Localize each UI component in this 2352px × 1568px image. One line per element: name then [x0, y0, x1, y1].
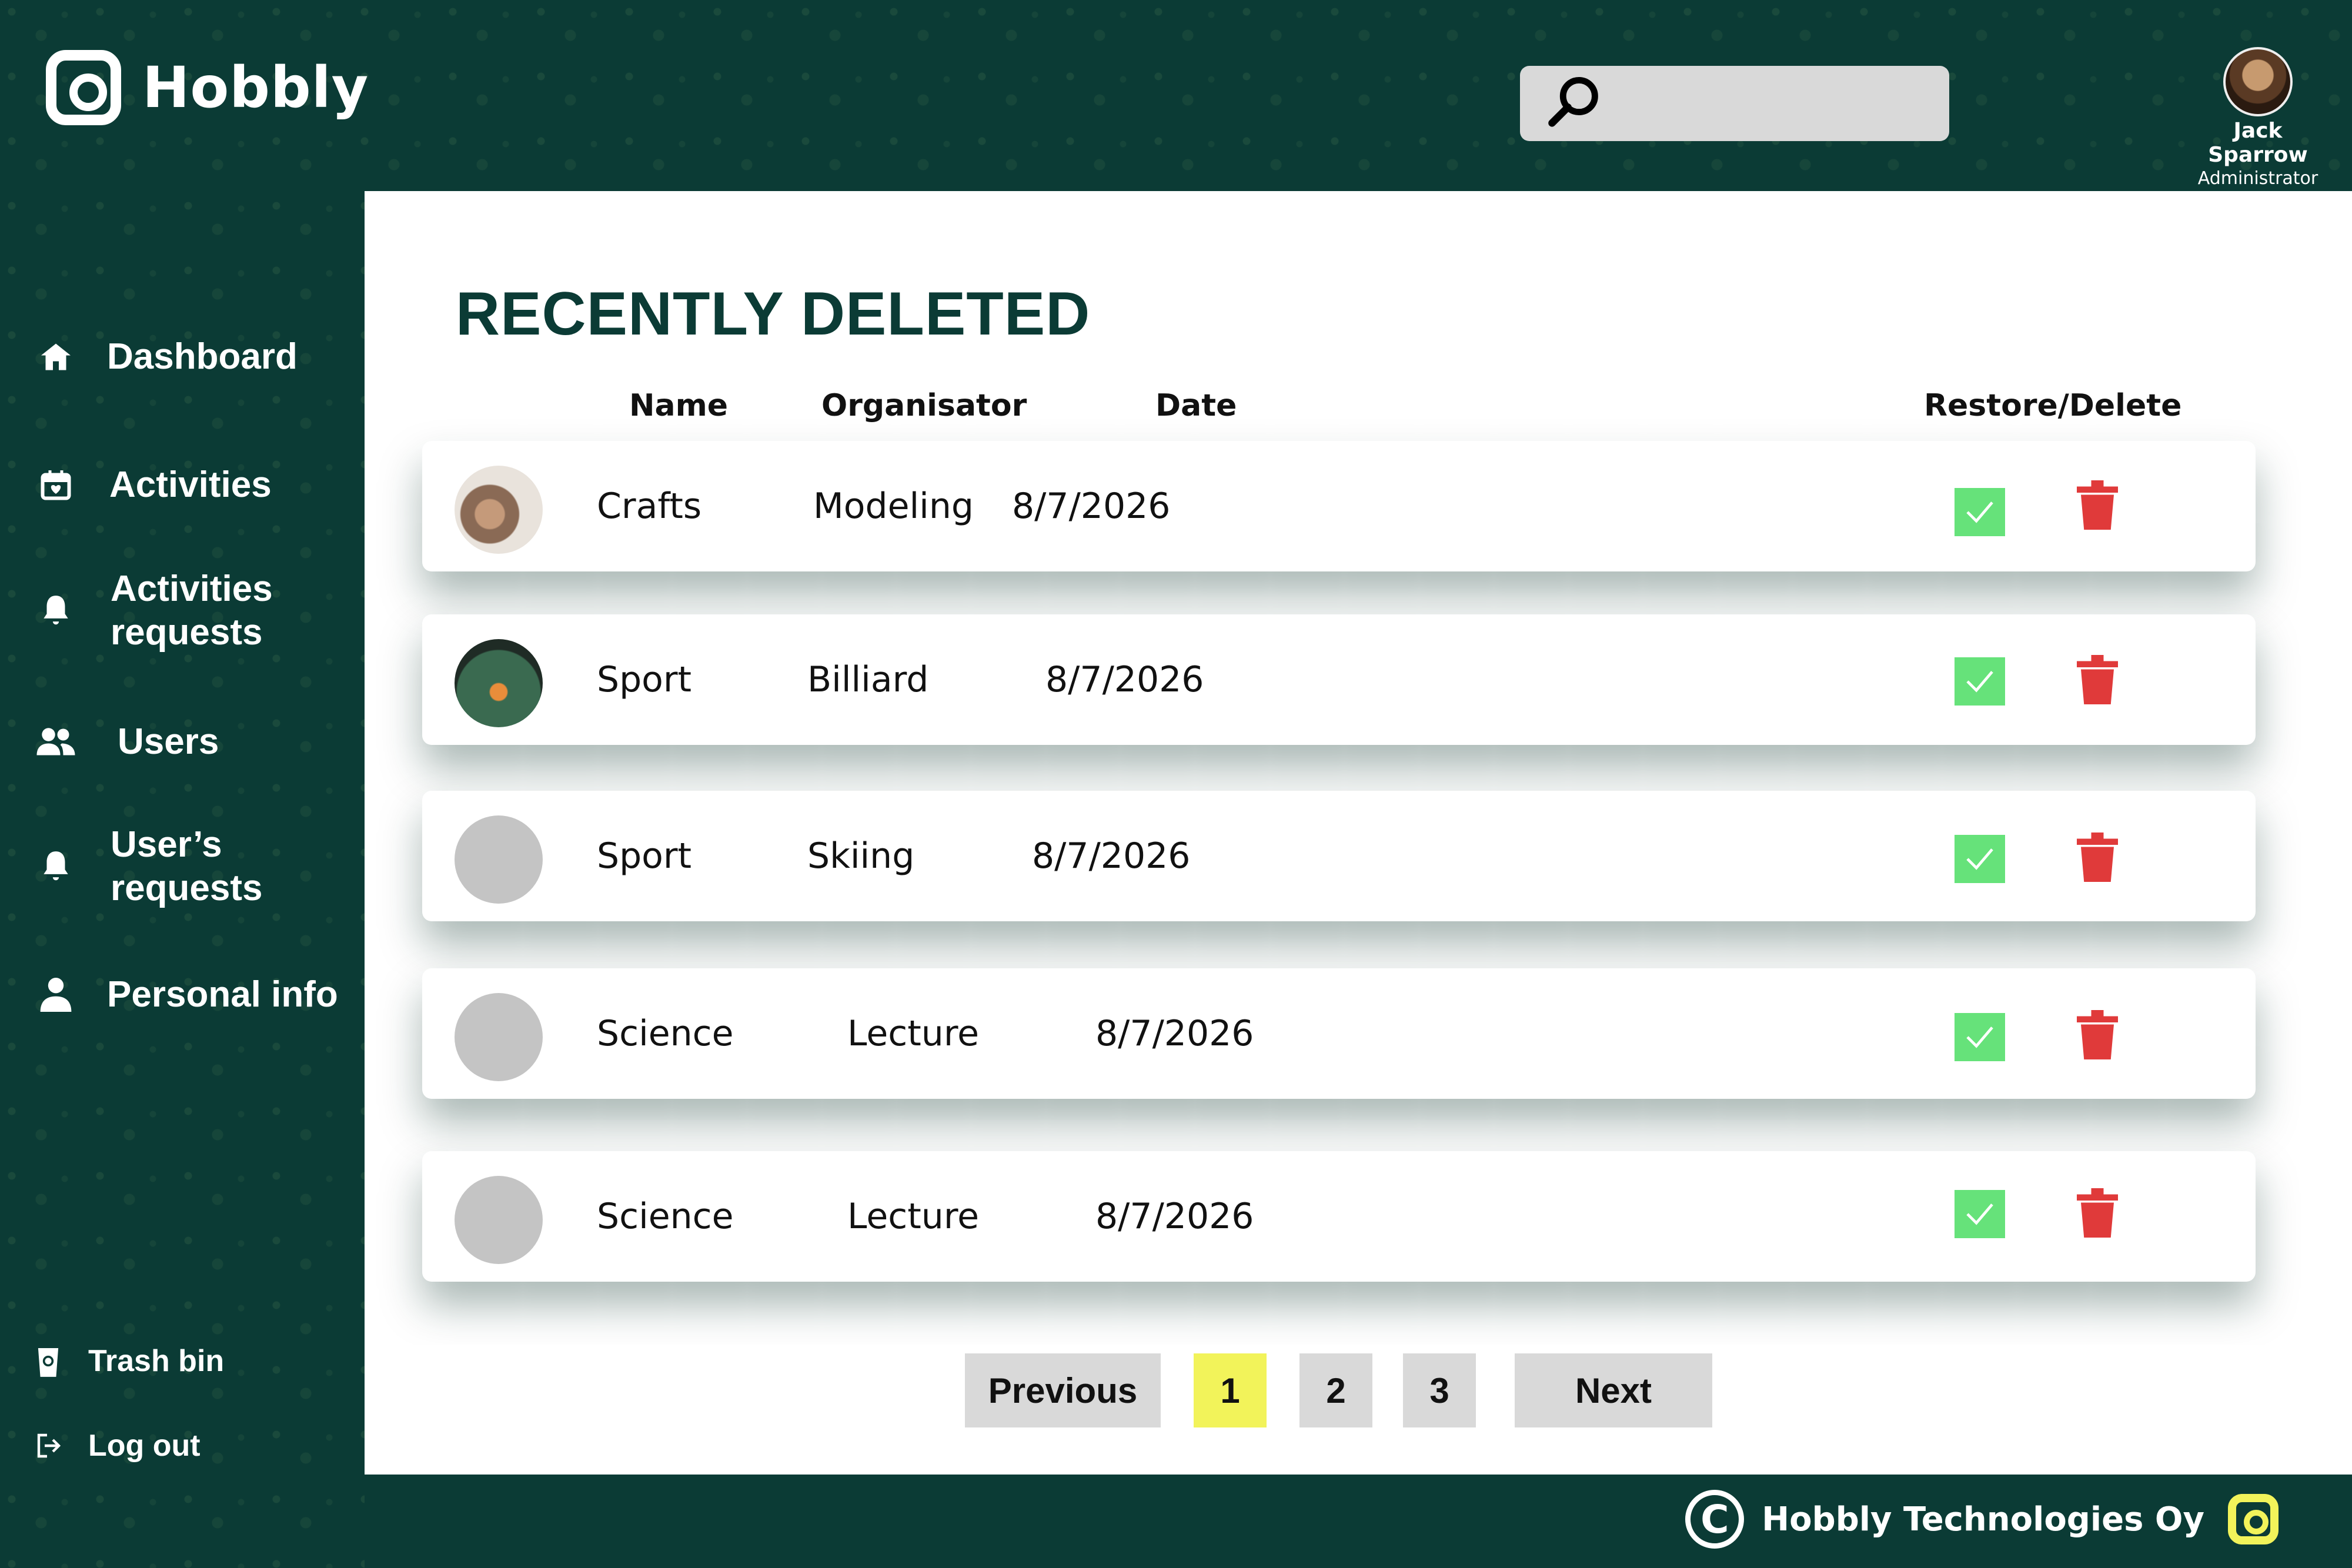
row-name: Science [597, 1013, 734, 1054]
trash-icon [2077, 480, 2118, 530]
logout-icon [35, 1425, 61, 1466]
table-row: Science Lecture 8/7/2026 [422, 968, 2256, 1099]
row-organisator: Modeling [813, 486, 974, 527]
users-icon [35, 721, 76, 763]
row-name: Sport [597, 835, 692, 877]
sidebar-item-dashboard[interactable]: Dashboard [35, 335, 298, 379]
home-icon [35, 336, 76, 377]
bell-icon [35, 846, 76, 887]
table-row: Sport Skiing 8/7/2026 [422, 791, 2256, 921]
trash-icon [2077, 1010, 2118, 1059]
trash-icon [2077, 833, 2118, 882]
search-icon[interactable] [1545, 74, 1603, 133]
sidebar-item-log-out[interactable]: Log out [35, 1424, 201, 1467]
logo-icon [46, 50, 121, 125]
trash-icon [2077, 1188, 2118, 1238]
table-row: Crafts Modeling 8/7/2026 [422, 441, 2256, 571]
sidebar-item-trash-bin[interactable]: Trash bin [35, 1339, 224, 1383]
activity-image [455, 466, 543, 554]
sidebar-item-activities[interactable]: Activities [35, 463, 272, 507]
page-button-1[interactable]: 1 [1194, 1353, 1267, 1427]
restore-button[interactable] [1955, 1013, 2005, 1061]
row-organisator: Lecture [847, 1013, 980, 1054]
search-input[interactable] [1620, 78, 1926, 129]
person-icon [35, 974, 76, 1015]
trash-bin-icon [35, 1340, 61, 1382]
delete-button[interactable] [2077, 1188, 2118, 1238]
user-role: Administrator [2197, 168, 2318, 189]
restore-button[interactable] [1955, 1190, 2005, 1238]
delete-button[interactable] [2077, 832, 2118, 882]
table-row: Science Lecture 8/7/2026 [422, 1151, 2256, 1282]
restore-button[interactable] [1955, 657, 2005, 706]
column-header-name: Name [629, 388, 729, 423]
delete-button[interactable] [2077, 654, 2118, 705]
column-header-organisator: Organisator [821, 388, 1027, 423]
footer: C Hobbly Technologies Oy [365, 1475, 2352, 1568]
row-name: Sport [597, 659, 692, 700]
activity-image-placeholder [455, 1176, 543, 1264]
main-content: RECENTLY DELETED Name Organisator Date R… [365, 191, 2352, 1475]
copyright-icon: C [1685, 1490, 1745, 1549]
activity-image [455, 639, 543, 727]
column-header-date: Date [1155, 388, 1237, 423]
avatar[interactable] [2223, 47, 2293, 116]
check-icon [1966, 1027, 1993, 1048]
footer-logo-icon [2228, 1494, 2278, 1544]
page-button-2[interactable]: 2 [1299, 1353, 1372, 1427]
check-icon [1966, 1203, 1993, 1225]
row-date: 8/7/2026 [1095, 1013, 1254, 1054]
column-header-restore-delete: Restore/Delete [1924, 388, 2182, 423]
sidebar-item-personal-info[interactable]: Personal info [35, 973, 338, 1017]
sidebar-item-users-requests[interactable]: User’s requests [35, 823, 310, 910]
sidebar-item-label: Dashboard [107, 336, 298, 377]
row-organisator: Skiing [807, 835, 915, 877]
user-name: Jack Sparrow [2208, 119, 2308, 167]
row-name: Crafts [597, 486, 702, 527]
delete-button[interactable] [2077, 1009, 2118, 1060]
footer-content: C Hobbly Technologies Oy [1685, 1490, 2278, 1549]
trash-icon [2077, 655, 2118, 704]
user-profile[interactable]: Jack Sparrow Administrator [2181, 47, 2334, 189]
activity-image-placeholder [455, 815, 543, 904]
bell-icon [35, 590, 76, 631]
sidebar-item-activities-requests[interactable]: Activities requests [35, 567, 310, 654]
table-row: Sport Billiard 8/7/2026 [422, 614, 2256, 745]
check-icon [1966, 671, 1993, 693]
row-date: 8/7/2026 [1095, 1196, 1254, 1237]
row-name: Science [597, 1196, 734, 1237]
app-name: Hobbly [142, 55, 369, 121]
search-bar[interactable] [1520, 66, 1949, 141]
sidebar-item-label: Users [118, 721, 219, 762]
check-icon [1966, 848, 1993, 870]
check-icon [1966, 502, 1993, 523]
row-date: 8/7/2026 [1032, 835, 1191, 877]
sidebar-item-label: Personal info [107, 974, 338, 1015]
footer-company: Hobbly Technologies Oy [1762, 1500, 2204, 1539]
delete-button[interactable] [2077, 480, 2118, 530]
activity-image-placeholder [455, 993, 543, 1081]
previous-page-button[interactable]: Previous [965, 1353, 1161, 1427]
row-date: 8/7/2026 [1045, 659, 1204, 700]
sidebar: Hobbly Dashboard Activities Activities r… [0, 0, 368, 1568]
sidebar-item-label: Trash bin [88, 1344, 225, 1378]
calendar-heart-icon [35, 464, 76, 506]
restore-button[interactable] [1955, 488, 2005, 536]
page-title: RECENTLY DELETED [456, 280, 1091, 348]
next-page-button[interactable]: Next [1515, 1353, 1712, 1427]
sidebar-item-label: User’s requests [111, 824, 263, 908]
restore-button[interactable] [1955, 835, 2005, 883]
sidebar-item-label: Activities requests [111, 569, 273, 653]
sidebar-item-users[interactable]: Users [35, 720, 219, 764]
page-button-3[interactable]: 3 [1403, 1353, 1476, 1427]
sidebar-item-label: Activities [109, 464, 272, 505]
sidebar-item-label: Log out [88, 1429, 201, 1463]
row-organisator: Billiard [807, 659, 929, 700]
row-organisator: Lecture [847, 1196, 980, 1237]
row-date: 8/7/2026 [1012, 486, 1171, 527]
app-logo[interactable]: Hobbly [46, 50, 369, 125]
